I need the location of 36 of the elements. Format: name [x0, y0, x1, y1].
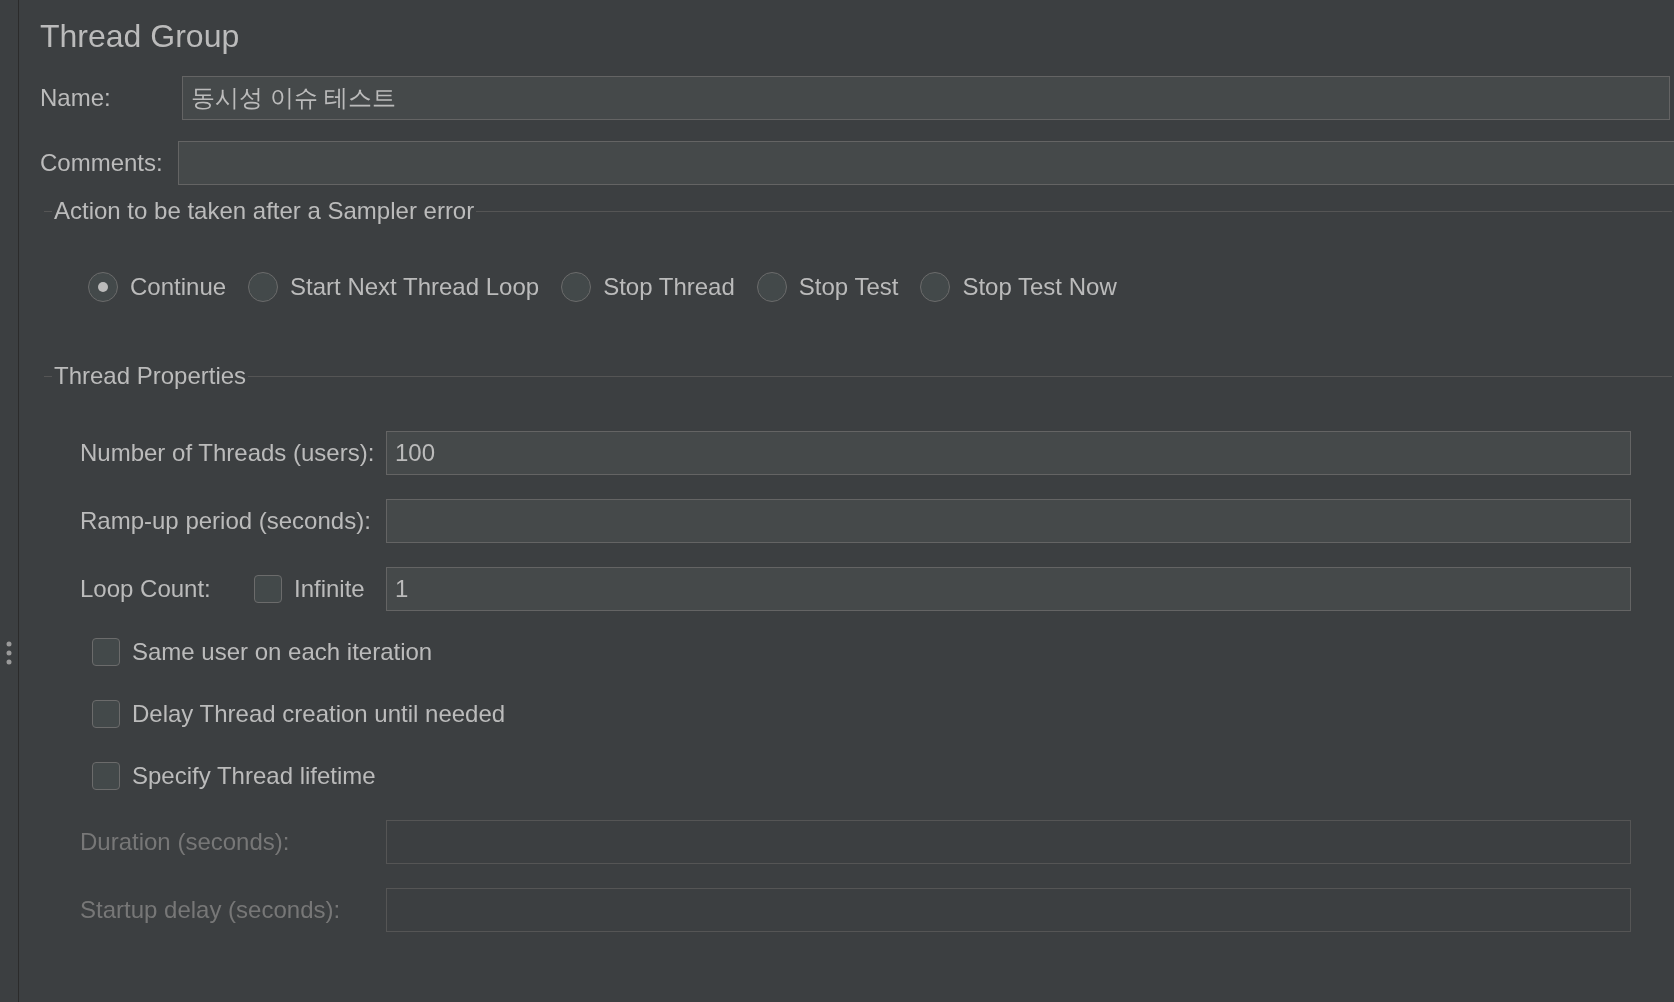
section-title: Action to be taken after a Sampler error	[53, 196, 476, 226]
input-field[interactable]	[386, 888, 1631, 932]
field-label: Name:	[40, 83, 112, 113]
radio-label: Stop Thread	[603, 272, 735, 302]
checkbox[interactable]	[92, 762, 120, 790]
radio-label: Start Next Thread Loop	[290, 272, 540, 302]
field-label: Startup delay (seconds):	[80, 895, 341, 925]
radio-button[interactable]	[756, 272, 787, 302]
checkbox[interactable]	[254, 575, 282, 603]
checkbox-label: Infinite	[294, 574, 365, 604]
input-field[interactable]	[386, 820, 1631, 864]
drag-handle-icon[interactable]	[6, 641, 12, 665]
panel-title: Thread Group	[40, 17, 240, 56]
field-label: Comments:	[40, 148, 164, 178]
field-label: Number of Threads (users):	[80, 438, 375, 468]
input-field[interactable]	[386, 499, 1631, 543]
section-title: Thread Properties	[53, 361, 248, 391]
checkbox[interactable]	[92, 638, 120, 666]
radio-button[interactable]	[248, 272, 279, 302]
field-label: Duration (seconds):	[80, 827, 290, 857]
radio-label: Stop Test	[798, 272, 899, 302]
checkbox-label: Specify Thread lifetime	[132, 761, 376, 791]
radio-button[interactable]	[561, 272, 592, 302]
checkbox[interactable]	[92, 700, 120, 728]
checkbox-label: Delay Thread creation until needed	[132, 699, 506, 729]
field-label: Loop Count:	[80, 574, 212, 604]
input-field[interactable]	[178, 141, 1674, 185]
input-field[interactable]: 100	[386, 431, 1631, 475]
radio-label: Stop Test Now	[962, 272, 1117, 302]
checkbox-label: Same user on each iteration	[132, 637, 433, 667]
input-field[interactable]: 동시성 이슈 테스트	[182, 76, 1670, 120]
field-label: Ramp-up period (seconds):	[80, 506, 371, 536]
input-field[interactable]: 1	[386, 567, 1631, 611]
radio-button[interactable]	[920, 272, 951, 302]
radio-label: Continue	[130, 272, 227, 302]
radio-button[interactable]	[88, 272, 118, 302]
